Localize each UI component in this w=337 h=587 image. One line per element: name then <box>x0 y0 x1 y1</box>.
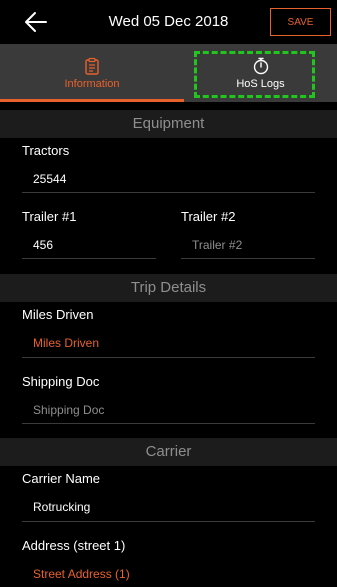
trailer2-label: Trailer #2 <box>181 209 236 224</box>
address1-field[interactable]: Street Address (1) <box>33 567 130 581</box>
carrier-name-label: Carrier Name <box>22 471 101 486</box>
tab-information-label: Information <box>64 77 120 90</box>
section-equipment: Equipment <box>0 110 337 138</box>
trailer1-field[interactable]: 456 <box>33 238 53 252</box>
miles-driven-underline <box>22 357 315 358</box>
tractors-field[interactable]: 25544 <box>33 172 66 186</box>
tractors-underline <box>22 192 315 193</box>
miles-driven-label: Miles Driven <box>22 307 94 322</box>
section-carrier: Carrier <box>0 438 337 466</box>
tab-bar: Information HoS Logs <box>0 44 337 102</box>
carrier-name-underline <box>22 521 315 522</box>
highlight-outline <box>194 51 315 98</box>
tractors-label: Tractors <box>22 143 70 158</box>
section-trip-details: Trip Details <box>0 274 337 302</box>
top-bar: Wed 05 Dec 2018 SAVE <box>0 0 337 44</box>
save-button[interactable]: SAVE <box>270 8 331 36</box>
shipping-doc-underline <box>22 423 315 424</box>
tab-information[interactable]: Information <box>0 44 184 102</box>
trailer2-field[interactable]: Trailer #2 <box>192 238 242 252</box>
carrier-name-field[interactable]: Rotrucking <box>33 500 90 514</box>
miles-driven-field[interactable]: Miles Driven <box>33 336 99 350</box>
trailer1-label: Trailer #1 <box>22 209 77 224</box>
shipping-doc-field[interactable]: Shipping Doc <box>33 403 104 417</box>
trailer2-underline <box>181 258 315 259</box>
address1-label: Address (street 1) <box>22 538 126 553</box>
clipboard-icon <box>85 57 99 75</box>
trailer1-underline <box>22 258 156 259</box>
shipping-doc-label: Shipping Doc <box>22 374 100 389</box>
tab-hos-logs[interactable]: HoS Logs <box>184 44 337 102</box>
